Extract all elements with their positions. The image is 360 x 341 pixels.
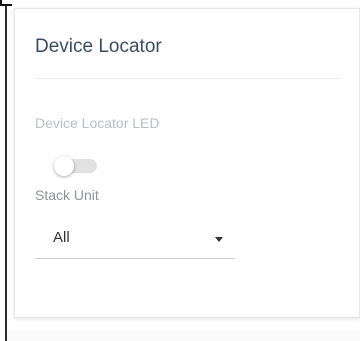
panel-title: Device Locator	[35, 36, 162, 57]
stack-unit-label: Stack Unit	[35, 187, 99, 203]
title-divider	[35, 78, 341, 79]
stack-unit-value: All	[53, 229, 70, 246]
bottom-strip	[7, 330, 360, 341]
top-strip	[0, 0, 360, 6]
toggle-knob	[54, 156, 74, 176]
device-locator-led-label: Device Locator LED	[35, 115, 160, 131]
left-divider	[5, 6, 7, 341]
stack-unit-select[interactable]: All	[35, 221, 235, 259]
device-locator-panel: Device Locator Device Locator LED Stack …	[14, 8, 360, 318]
device-locator-led-toggle[interactable]	[54, 156, 97, 176]
caret-down-icon	[215, 237, 223, 242]
